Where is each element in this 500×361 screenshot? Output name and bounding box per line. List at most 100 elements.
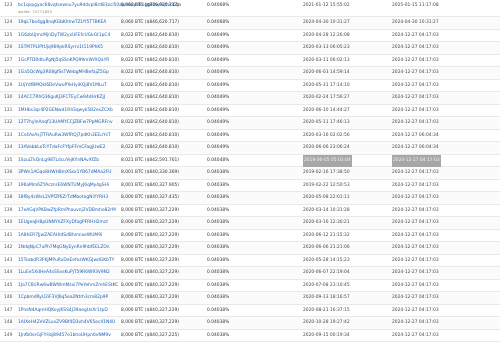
table-row: 130 14ACC7RhQ36guKJ3FCTEyCw94dHrKZjJ 8,022… <box>0 92 500 105</box>
address-link[interactable]: 19qL7bo4gg8nqKGbKhhwTZUY5TTBKEA <box>18 17 106 30</box>
first-in-cell: 2021-01-12 15:55:02 <box>303 3 350 8</box>
first-in-cell: 2020-03-16 12:30:21 <box>303 220 350 225</box>
rank-cell: 130 <box>4 95 13 100</box>
first-in-cell: 2020-05-08 22:01:11 <box>303 195 350 200</box>
address-link[interactable]: 1EUgeaJH8pUNNYhZFXyDfagPFRHH2mct <box>18 217 108 230</box>
balance-cell: 8,060 BTC ($846,620.717) <box>121 3 180 8</box>
percent-cell: 0.04049% <box>207 45 230 50</box>
percent-cell: 0.04049% <box>207 57 230 63</box>
balance-cell: 8,000 BTC ($840,327,229) <box>121 320 180 325</box>
rank-cell: 131 <box>4 107 13 113</box>
balance-cell: 8,021 BTC ($842,591.761) <box>121 157 180 163</box>
first-in-cell: 2020-05-31 17:14:10 <box>303 82 350 88</box>
address-link[interactable]: 17eAGqVPKBwZfpRmPhauvnj2VDBmhe82rM <box>18 205 116 218</box>
first-in-cell: 2020-05-28 14:15:23 <box>303 257 350 263</box>
balance-cell: 8,022 BTC ($842,640.810) <box>121 107 180 113</box>
rank-cell: 132 <box>4 120 13 125</box>
last-in-cell: 2024-12-27 04:17:03 <box>392 107 439 113</box>
rank-cell: 137 <box>4 182 13 188</box>
last-in-cell: 2024-12-27 04:17:03 <box>392 120 439 125</box>
table-row: 124 19qL7bo4gg8nqKGbKhhwTZUY5TTBKEA 8,060 … <box>0 17 500 30</box>
balance-cell: 8,000 BTC ($840,327,229) <box>121 295 180 300</box>
balance-cell: 8,022 BTC ($842,640.810) <box>121 132 180 138</box>
percent-cell: 0.04038% <box>207 320 230 325</box>
percent-cell: 0.04038% <box>207 282 230 288</box>
table-row: 133 1Cs4AvAsjTTRAuRw3WfRQj7pdKh3EEuYsT 8,0… <box>0 130 500 143</box>
address-link[interactable]: 1G6zbUJmcMjnDyTW2yxUFEfcUGkGt1pC4 <box>18 30 110 43</box>
table-row: 146 1CpbmdRyU2iF3VJ6q5ea2Ntrh3cm82p9P 8,00… <box>0 292 500 305</box>
first-in-cell: 2020-06-06 21:21:06 <box>303 245 350 250</box>
percent-cell: 0.04048% <box>207 157 230 163</box>
table-row: 141 1A8hER7JjwZAEAHIdSdBhmnxeWUM9i 8,000 B… <box>0 230 500 243</box>
table-row: 149 1Jnfb0erGjFYHzj89457e1bhoUHpn6vNM9v 8,… <box>0 330 500 343</box>
last-in-cell: 2024-04-30 10:31:27 <box>392 20 439 25</box>
address-link[interactable]: 12T7hylnAnqf13UAMYCCJZBFw7PpMGRFnv <box>18 117 113 130</box>
balance-cell: 8,000 BTC ($840,327,229) <box>121 207 180 213</box>
last-in-cell: 2024-12-27 04:17:03 <box>392 82 439 88</box>
last-in-cell: 2024-12-27 04:17:03 <box>392 57 439 63</box>
first-in-cell: 2020-03-13 06:05:23 <box>303 45 350 50</box>
rank-cell: 126 <box>4 45 13 50</box>
address-link[interactable]: 1NdqNpC7uPh7MqGNyEynRn9hbfEELZOn <box>18 242 110 255</box>
balance-cell: 8,022 BTC ($842,640.810) <box>121 95 180 100</box>
address-link[interactable]: 1A8hER7JjwZAEAHIdSdBhmnxeWUM9i <box>18 230 102 243</box>
table-row: 139 17eAGqVPKBwZfpRmPhauvnj2VDBmhe82rM 8,0… <box>0 205 500 218</box>
address-link[interactable]: 1CpbmdRyU2iF3VJ6q5ea2Ntrh3cm82p9P <box>18 292 108 305</box>
first-in-cell: 2024-04-30 10:31:27 <box>303 20 350 25</box>
table-row: 135 1SzuLTkQnLg98TLdcuYejKYnNAvXfZb 8,021 … <box>0 154 500 168</box>
last-in-cell: 2024-12-27 04:17:03 <box>392 154 441 167</box>
balance-cell: 8,022 BTC ($842,640.810) <box>121 57 180 63</box>
last-in-cell: 2024-12-27 04:17:03 <box>392 45 439 50</box>
address-link[interactable]: 196aMm6ZYAcznrE6WNTUMyJ6qMy4gSHi <box>18 180 109 193</box>
rank-cell: 133 <box>4 132 13 138</box>
percent-cell: 0.04049% <box>207 132 230 138</box>
address-link[interactable]: 1Cs4AvAsjTTRAuRw3WfRQj7pdKh3EEuYsT <box>18 130 111 143</box>
balance-cell: 8,001 BTC ($840,330.369) <box>121 170 180 175</box>
table-row: 137 196aMm6ZYAcznrE6WNTUMyJ6qMy4gSHi 8,001… <box>0 180 500 193</box>
balance-cell: 8,022 BTC ($842,640.810) <box>121 70 180 75</box>
last-in-cell: 2024-12-27 04:17:03 <box>392 32 439 38</box>
address-link[interactable]: 1STM7PLIPtUjq969pkRSyrrv1t119PhK5 <box>18 42 103 55</box>
address-link[interactable]: 18f8y4sWvL2VPfZf6ZrTdMbotngNiYYRH3 <box>18 192 108 205</box>
address-link[interactable]: 1PnsN4AqmHQKoyjKSS4J39aegUsXr1tpD <box>18 305 108 318</box>
first-in-cell: 2019-02-16 17:38:50 <box>303 170 350 175</box>
percent-cell: 0.04038% <box>207 295 230 300</box>
first-in-cell: 2020-06-06 23:06:24 <box>303 145 350 150</box>
wallet-label[interactable]: wallet: 74771855 <box>18 9 52 15</box>
address-link[interactable]: 1GcPTDRdtuPgNJ5qSSnKPQ99mWrRQaYR <box>18 55 109 68</box>
rank-cell: 140 <box>4 220 13 225</box>
balance-cell: 8,060 BTC ($846,620.717) <box>121 20 180 25</box>
address-link[interactable]: 3PWn1AGqo8HWH8mXSsx1YB67dMAa2FU <box>18 167 112 180</box>
address-link[interactable]: 1LuEe5XdHeA4sSSvsKuPjT59R6W93V9N2 <box>18 267 110 280</box>
address-link[interactable]: 1Jnfb0erGjFYHzj89457e1bhoUHpn6vNM9v <box>18 330 111 343</box>
address-link[interactable]: 14ACC7RhQ36guKJ3FCTEyCw94dHrKZjJ <box>18 92 105 105</box>
percent-cell: 0.04038% <box>207 207 230 213</box>
rank-cell: 143 <box>4 257 13 263</box>
table-row: 148 1AIXeH4ZeVZLuvZV9Bf4D3vh4V65ec41N4U 8,… <box>0 317 500 330</box>
rank-cell: 142 <box>4 245 13 250</box>
first-in-cell: 2020-09-13 18:16:57 <box>303 295 350 300</box>
percent-cell: 0.04049% <box>207 107 230 113</box>
last-in-cell: 2024-12-27 04:17:03 <box>392 282 439 288</box>
address-link[interactable]: 1AIXeH4ZeVZLuvZV9Bf4D3vh4V65ec41N4U <box>18 317 115 330</box>
address-link[interactable]: 1MHbs3qr4P2GENwd1R43qwyk5B2esZCXb <box>18 105 113 118</box>
balance-cell: 8,000 BTC ($840,327.435) <box>121 195 180 200</box>
percent-cell: 0.04068% <box>207 20 230 25</box>
last-in-cell: 2024-12-27 04:17:03 <box>392 232 439 238</box>
first-in-cell: 2020-02-24 17:56:27 <box>303 95 350 100</box>
table-row: 127 1GcPTDRdtuPgNJ5qSSnKPQ99mWrRQaYR 8,022… <box>0 55 500 68</box>
address-link[interactable]: 15TsabdR3FKJMPuRxDeEefezWKGJwdGKbTY <box>18 255 114 268</box>
table-row: 132 12T7hylnAnqf13UAMYCCJZBFw7PpMGRFnv 8,0… <box>0 117 500 130</box>
first-in-cell: 2020-09-15 00:19:34 <box>303 332 350 338</box>
address-link[interactable]: 13AVabbLoTcYTdaFcFYfpFFmCFagjUwE2 <box>18 142 106 155</box>
last-in-cell: 2025-01-15 11:17:08 <box>392 3 439 8</box>
rank-cell: 127 <box>4 57 13 63</box>
address-link[interactable]: 1SzuLTkQnLg98TLdcuYejKYnNAvXfZb <box>18 155 99 168</box>
address-link[interactable]: 1Ga5QcWg3R08gfSsTWebgMHBefajZ5Gp <box>18 67 109 80</box>
percent-cell: 0.04038% <box>207 220 230 225</box>
address-link[interactable]: 1UjYdfBMQkl6DeVwuPYeHyiKQj8V1MLuT <box>18 80 107 93</box>
first-in-cell: 2019-06-05 05:03:04 <box>303 154 352 167</box>
first-in-cell: 2020-07-08 23:10:45 <box>303 282 350 288</box>
address-link[interactable]: 1Ja7C6URw6wBWWmMzxi7PeYehmZmhEStKC <box>18 280 118 293</box>
last-in-cell: 2024-12-27 04:17:03 <box>392 220 439 225</box>
